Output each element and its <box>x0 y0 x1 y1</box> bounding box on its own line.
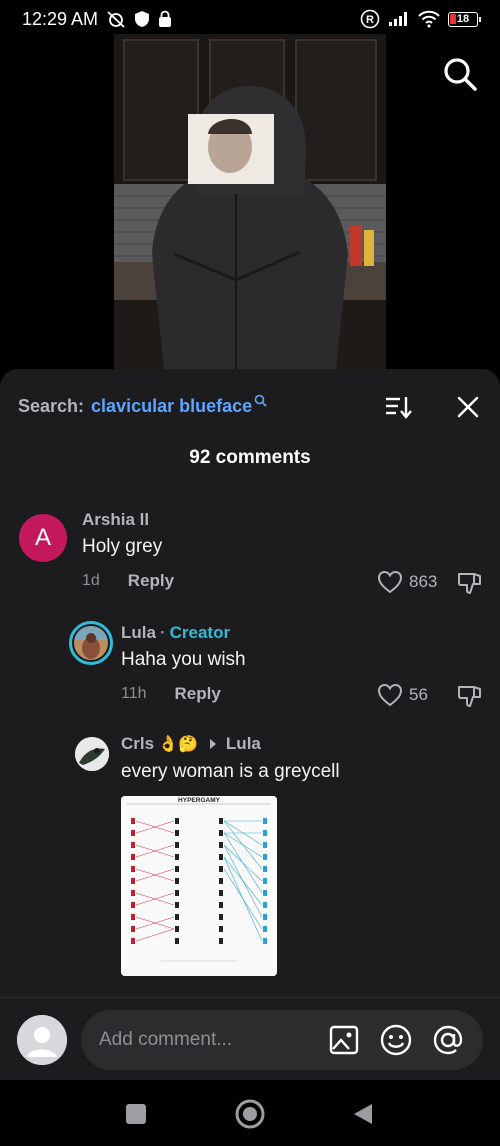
comment-username-row: Crls 👌🤔 Lula <box>121 734 261 754</box>
heart-icon <box>377 683 403 707</box>
comment-text: Holy grey <box>82 536 163 557</box>
sort-icon <box>386 397 412 419</box>
status-time: 12:29 AM <box>22 8 99 29</box>
reply-button[interactable]: Reply <box>175 684 221 704</box>
muted-alarm-icon <box>106 10 126 28</box>
comment-text: Haha you wish <box>121 649 246 670</box>
comment-username-row: Lula · Creator <box>121 623 230 643</box>
small-search-icon <box>254 391 267 412</box>
comment-item: Crls 👌🤔 Lula every woman is a greycell H… <box>75 734 495 976</box>
avatar[interactable] <box>69 621 113 665</box>
recent-apps-button[interactable] <box>125 1103 147 1130</box>
creator-badge: Creator <box>169 623 231 642</box>
user-avatar[interactable] <box>17 1015 67 1065</box>
default-avatar-icon <box>17 1015 67 1065</box>
like-button[interactable]: 863 <box>377 570 437 594</box>
comment-age: 1d <box>82 572 100 589</box>
back-button[interactable] <box>352 1102 374 1131</box>
sort-button[interactable] <box>384 393 412 421</box>
image-title: HYPERGAMY <box>178 797 221 804</box>
shield-icon <box>134 10 150 28</box>
comment-item: A Arshia ll Holy grey 1d Reply 863 <box>19 510 489 594</box>
reply-button[interactable]: Reply <box>128 571 174 591</box>
lock-icon <box>158 10 172 28</box>
search-prefix-label: Search: <box>18 395 85 416</box>
like-count: 863 <box>409 572 438 591</box>
wifi-icon <box>418 10 440 28</box>
reply-to-username[interactable]: Lula <box>226 734 261 754</box>
registered-icon: R <box>360 9 380 29</box>
close-icon <box>457 396 479 418</box>
dislike-icon <box>458 686 481 707</box>
emoji-icon[interactable] <box>379 1023 413 1057</box>
close-button[interactable] <box>454 393 482 421</box>
avatar[interactable]: A <box>19 514 67 562</box>
search-suggestion[interactable]: Search: clavicular blueface <box>18 391 482 421</box>
comment-item: Lula · Creator Haha you wish 11h Reply 56 <box>69 621 489 707</box>
separator: · <box>159 623 166 642</box>
home-button[interactable] <box>235 1099 265 1134</box>
comments-count: 92 comments <box>189 447 311 468</box>
comment-image[interactable]: HYPERGAMY <box>121 796 277 976</box>
like-count: 56 <box>409 685 428 704</box>
search-term-link[interactable]: clavicular blueface <box>91 396 252 417</box>
comment-username[interactable]: Crls <box>121 734 154 754</box>
emoji-text: 👌🤔 <box>158 736 198 753</box>
dislike-button[interactable] <box>457 571 483 600</box>
search-icon[interactable] <box>442 56 478 92</box>
signal-icon <box>388 11 410 27</box>
svg-text:R: R <box>366 14 374 26</box>
like-button[interactable]: 56 <box>377 683 428 707</box>
avatar[interactable] <box>75 737 109 771</box>
status-bar: 12:29 AM R 18 <box>0 0 500 38</box>
reply-arrow-icon <box>209 739 216 749</box>
mention-icon[interactable] <box>431 1023 465 1057</box>
comment-username[interactable]: Arshia ll <box>82 510 149 530</box>
video-frame <box>114 34 386 370</box>
battery-icon: 18 <box>448 11 481 27</box>
video-player[interactable] <box>114 34 386 370</box>
dislike-icon <box>458 573 481 594</box>
comment-input[interactable] <box>99 1010 319 1070</box>
comment-composer <box>0 997 500 1079</box>
comment-username[interactable]: Lula <box>121 623 156 642</box>
system-navigation-bar <box>0 1080 500 1146</box>
image-picker-icon[interactable] <box>327 1023 361 1057</box>
comment-age: 11h <box>121 685 147 702</box>
comment-input-container <box>81 1010 483 1070</box>
heart-icon <box>377 570 403 594</box>
dislike-button[interactable] <box>457 684 483 713</box>
comment-text: every woman is a greycell <box>121 761 340 782</box>
